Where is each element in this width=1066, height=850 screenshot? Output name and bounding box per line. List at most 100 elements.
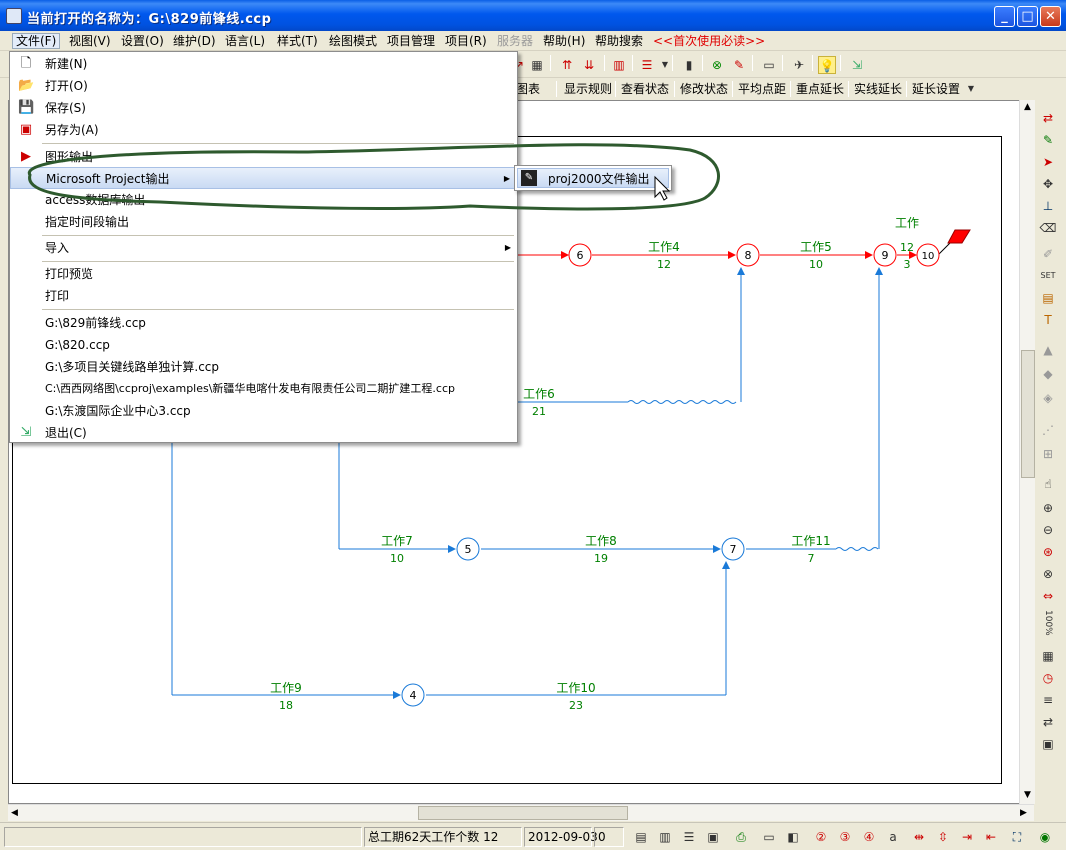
node[interactable]: 5 bbox=[456, 537, 480, 561]
tag-icon[interactable]: ◈ bbox=[1038, 388, 1058, 408]
num4-icon[interactable]: ④ bbox=[860, 828, 878, 846]
recent-file-item[interactable]: G:\多项目关键线路单独计算.ccp bbox=[10, 356, 517, 378]
finish-flag-icon bbox=[947, 229, 971, 244]
split-h-icon[interactable]: ⇹ bbox=[910, 828, 928, 846]
node[interactable]: 7 bbox=[721, 537, 745, 561]
recent-file-item[interactable]: C:\西西网络图\ccproj\examples\新疆华电喀什发电有限责任公司二… bbox=[10, 378, 517, 400]
recent-file-item[interactable]: G:\829前锋线.ccp bbox=[10, 312, 517, 334]
save-as-icon: ▣ bbox=[19, 122, 33, 137]
node[interactable]: 9 bbox=[873, 243, 897, 267]
node[interactable]: 6 bbox=[568, 243, 592, 267]
edit-node-icon[interactable]: ✎ bbox=[1038, 130, 1058, 150]
lines-icon[interactable]: ⋰ bbox=[1038, 420, 1058, 440]
num3-icon[interactable]: ③ bbox=[836, 828, 854, 846]
swap-icon[interactable]: ⇄ bbox=[1038, 712, 1058, 732]
menu-item-open[interactable]: 📂 打开(O) bbox=[10, 75, 517, 97]
save-icon: 💾 bbox=[18, 100, 35, 115]
frame-icon[interactable]: ▣ bbox=[1038, 734, 1058, 754]
activity-name: 工作8 bbox=[585, 534, 617, 548]
menu-item-import[interactable]: 导入 ▶ bbox=[10, 237, 517, 259]
recent-file-item[interactable]: G:\东渡国际企业中心3.ccp bbox=[10, 400, 517, 422]
menu-item-print-preview[interactable]: 打印预览 bbox=[10, 263, 517, 285]
move-left-icon[interactable]: ⇤ bbox=[982, 828, 1000, 846]
activity-duration: 19 bbox=[594, 552, 608, 565]
activity-duration: 12 bbox=[657, 258, 671, 271]
graphic-export-icon: ▶ bbox=[21, 149, 31, 164]
zoom-in-icon[interactable]: ⊕ bbox=[1038, 498, 1058, 518]
fit-window-icon[interactable]: ⛶ bbox=[1008, 828, 1026, 846]
menu-item-ms-project-export[interactable]: Microsoft Project输出 ▶ bbox=[10, 167, 517, 189]
eraser-icon[interactable]: ⌫ bbox=[1038, 218, 1058, 238]
scroll-up-icon[interactable]: ▲ bbox=[1024, 102, 1031, 112]
menu-item-graphic-export[interactable]: ▶ 图形输出 bbox=[10, 146, 517, 168]
zoom-level[interactable]: 100% bbox=[1038, 608, 1058, 638]
menu-item-new[interactable]: 🗋 新建(N) bbox=[10, 53, 517, 75]
chart-icon[interactable]: ▤ bbox=[1038, 288, 1058, 308]
layer-up-icon[interactable]: ▲ bbox=[1038, 340, 1058, 360]
svg-text:7: 7 bbox=[730, 543, 737, 556]
pan-icon[interactable]: ☝ bbox=[1038, 474, 1058, 494]
horizontal-scrollbar[interactable]: ◀ ▶ bbox=[8, 804, 1034, 821]
target-icon[interactable]: ⊛ bbox=[1038, 542, 1058, 562]
set-icon[interactable]: SET bbox=[1038, 266, 1058, 286]
num2-icon[interactable]: ② bbox=[812, 828, 830, 846]
page-icon[interactable]: ▭ bbox=[760, 828, 778, 846]
move-right-icon[interactable]: ⇥ bbox=[958, 828, 976, 846]
submenu-item-proj2000[interactable]: ✎ proj2000文件输出 bbox=[517, 168, 669, 188]
node[interactable]: 8 bbox=[736, 243, 760, 267]
exit-icon: ⇲ bbox=[20, 425, 32, 440]
split-v-icon[interactable]: ⇳ bbox=[934, 828, 952, 846]
activity-name: 工作11 bbox=[791, 534, 830, 548]
svg-text:5: 5 bbox=[465, 543, 472, 556]
menu-item-save[interactable]: 💾 保存(S) bbox=[10, 97, 517, 119]
view-gantt-icon[interactable]: ☰ bbox=[680, 828, 698, 846]
svg-text:6: 6 bbox=[577, 249, 584, 262]
scroll-right-icon[interactable]: ▶ bbox=[1020, 808, 1027, 818]
horizontal-scroll-thumb[interactable] bbox=[418, 806, 628, 820]
text-size-icon[interactable]: a bbox=[884, 828, 902, 846]
page-side-icon[interactable]: ◧ bbox=[784, 828, 802, 846]
vertical-scrollbar[interactable]: ▲ ▼ bbox=[1019, 100, 1035, 804]
text-icon[interactable]: T bbox=[1038, 310, 1058, 330]
menu-item-save-as[interactable]: ▣ 另存为(A) bbox=[10, 119, 517, 141]
view-table-icon[interactable]: ▥ bbox=[656, 828, 674, 846]
scroll-left-icon[interactable]: ◀ bbox=[11, 808, 18, 818]
vertical-scroll-thumb[interactable] bbox=[1021, 350, 1035, 478]
scroll-down-icon[interactable]: ▼ bbox=[1024, 790, 1031, 800]
svg-text:8: 8 bbox=[745, 249, 752, 262]
svg-text:4: 4 bbox=[410, 689, 417, 702]
fit-icon[interactable]: ⇔ bbox=[1038, 586, 1058, 606]
menu-item-access-export[interactable]: access数据库输出 bbox=[10, 189, 517, 211]
activity-name: 工作 bbox=[895, 216, 919, 230]
svg-text:10: 10 bbox=[922, 251, 935, 262]
menu-item-print[interactable]: 打印 bbox=[10, 285, 517, 307]
activity-duration: 7 bbox=[808, 552, 815, 565]
grid-small-icon[interactable]: ⊞ bbox=[1038, 444, 1058, 464]
submenu-arrow-icon: ▶ bbox=[503, 174, 510, 183]
menu-item-time-range-export[interactable]: 指定时间段输出 bbox=[10, 211, 517, 233]
clock-icon[interactable]: ◷ bbox=[1038, 668, 1058, 688]
activity-name: 工作4 bbox=[648, 240, 680, 254]
svg-text:9: 9 bbox=[882, 249, 889, 262]
brush-icon[interactable]: ✐ bbox=[1038, 244, 1058, 264]
zoom-out-icon[interactable]: ⊖ bbox=[1038, 520, 1058, 540]
recent-file-item[interactable]: G:\820.ccp bbox=[10, 334, 517, 356]
pointer-icon[interactable]: ➤ bbox=[1038, 152, 1058, 172]
activity-name: 工作10 bbox=[556, 681, 595, 695]
status-light-icon[interactable]: ◉ bbox=[1036, 828, 1054, 846]
calendar-icon[interactable]: ▦ bbox=[1038, 646, 1058, 666]
node[interactable]: 4 bbox=[401, 683, 425, 707]
zoom-window-icon[interactable]: ⊗ bbox=[1038, 564, 1058, 584]
printer-icon[interactable]: ⎙ bbox=[732, 828, 750, 846]
activity-name: 工作6 bbox=[523, 387, 555, 401]
status-date: 2012-09-03 bbox=[524, 827, 598, 847]
list-icon[interactable]: ≡ bbox=[1038, 690, 1058, 710]
menu-item-exit[interactable]: ⇲ 退出(C) bbox=[10, 422, 517, 444]
connect-icon[interactable]: ⊥ bbox=[1038, 196, 1058, 216]
view-detail-icon[interactable]: ▣ bbox=[704, 828, 722, 846]
node[interactable]: 10 bbox=[916, 243, 940, 267]
layer-icon[interactable]: ◆ bbox=[1038, 364, 1058, 384]
insert-icon[interactable]: ⇄ bbox=[1038, 108, 1058, 128]
view-network-icon[interactable]: ▤ bbox=[632, 828, 650, 846]
move-icon[interactable]: ✥ bbox=[1038, 174, 1058, 194]
